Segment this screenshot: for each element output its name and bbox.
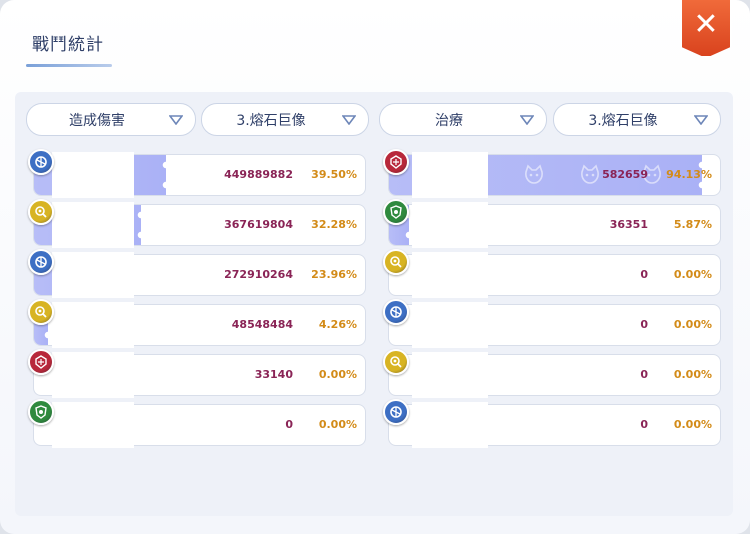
left-category-dropdown[interactable]: 造成傷害 xyxy=(26,103,196,136)
yellow-eye-icon[interactable] xyxy=(383,349,409,375)
name-redaction xyxy=(52,202,134,248)
chevron-down-icon xyxy=(342,115,356,125)
stat-value: 0 xyxy=(285,418,293,431)
stat-percent: 0.00% xyxy=(673,418,712,431)
stat-percent: 0.00% xyxy=(673,368,712,381)
title-underline xyxy=(26,64,112,67)
name-redaction xyxy=(412,152,488,198)
chevron-down-icon xyxy=(520,115,534,125)
page-title: 戰鬥統計 xyxy=(32,35,104,55)
blue-swirl-icon[interactable] xyxy=(383,399,409,425)
stat-bar-edge xyxy=(133,205,141,245)
stat-percent: 0.00% xyxy=(318,418,357,431)
battle-stats-panel: 戰鬥統計 ✕ 造成傷害 3.熔石巨像 治療 3.熔石巨像 449889882 39… xyxy=(0,0,750,534)
name-redaction xyxy=(412,252,488,298)
right-category-label: 治療 xyxy=(435,112,463,129)
blue-swirl-icon[interactable] xyxy=(383,299,409,325)
yellow-eye-icon[interactable] xyxy=(28,299,54,325)
stat-value: 33140 xyxy=(254,368,293,381)
stat-value: 0 xyxy=(640,418,648,431)
cat-face-icon xyxy=(581,164,599,184)
name-redaction xyxy=(412,352,488,398)
name-redaction xyxy=(52,302,134,348)
name-redaction xyxy=(412,402,488,448)
red-crest-icon[interactable] xyxy=(28,349,54,375)
stat-value: 0 xyxy=(640,318,648,331)
title-tab[interactable]: 戰鬥統計 xyxy=(26,30,112,67)
right-target-label: 3.熔石巨像 xyxy=(588,112,658,129)
stat-percent: 0.00% xyxy=(673,268,712,281)
stat-value: 367619804 xyxy=(224,218,293,231)
stat-value: 582659 xyxy=(602,168,648,181)
name-redaction xyxy=(52,152,134,198)
green-crest-icon[interactable] xyxy=(383,199,409,225)
name-redaction xyxy=(52,352,134,398)
stat-value: 36351 xyxy=(609,218,648,231)
yellow-eye-icon[interactable] xyxy=(28,199,54,225)
stat-value: 0 xyxy=(640,268,648,281)
stat-percent: 94.13% xyxy=(666,168,712,181)
close-icon: ✕ xyxy=(693,6,719,42)
yellow-eye-icon[interactable] xyxy=(383,249,409,275)
left-category-label: 造成傷害 xyxy=(69,112,125,129)
chevron-down-icon xyxy=(169,115,183,125)
stat-bar-edge xyxy=(158,155,166,195)
stat-value: 449889882 xyxy=(224,168,293,181)
stat-percent: 39.50% xyxy=(311,168,357,181)
stat-percent: 32.28% xyxy=(311,218,357,231)
name-redaction xyxy=(412,202,488,248)
stat-percent: 0.00% xyxy=(318,368,357,381)
name-redaction xyxy=(52,402,134,448)
right-target-dropdown[interactable]: 3.熔石巨像 xyxy=(553,103,721,136)
red-crest-icon[interactable] xyxy=(383,149,409,175)
stat-value: 0 xyxy=(640,368,648,381)
stat-value: 48548484 xyxy=(231,318,293,331)
blue-swirl-icon[interactable] xyxy=(28,149,54,175)
chevron-down-icon xyxy=(694,115,708,125)
close-button[interactable]: ✕ xyxy=(680,0,732,58)
name-redaction xyxy=(52,252,134,298)
left-target-dropdown[interactable]: 3.熔石巨像 xyxy=(201,103,369,136)
left-target-label: 3.熔石巨像 xyxy=(236,112,306,129)
stat-value: 272910264 xyxy=(224,268,293,281)
stat-percent: 0.00% xyxy=(673,318,712,331)
stat-percent: 4.26% xyxy=(318,318,357,331)
stat-percent: 5.87% xyxy=(673,218,712,231)
right-category-dropdown[interactable]: 治療 xyxy=(379,103,547,136)
blue-swirl-icon[interactable] xyxy=(28,249,54,275)
stat-percent: 23.96% xyxy=(311,268,357,281)
name-redaction xyxy=(412,302,488,348)
green-crest-icon[interactable] xyxy=(28,399,54,425)
cat-face-icon xyxy=(525,164,543,184)
